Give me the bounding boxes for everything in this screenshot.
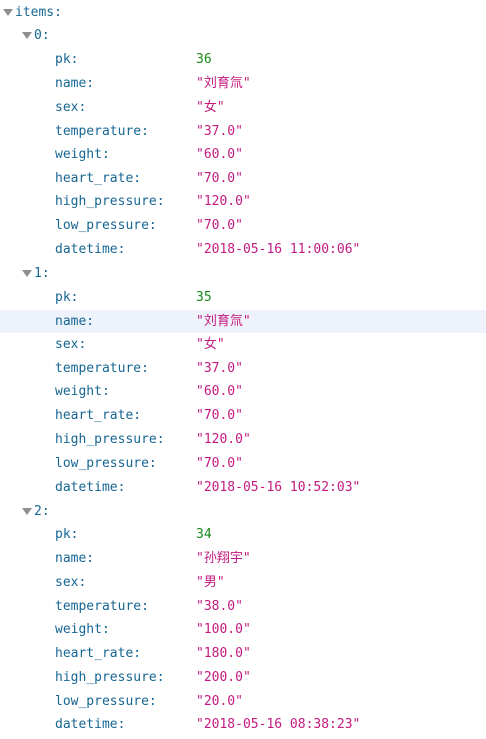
field-value: "2018-05-16 08:38:23" — [196, 717, 361, 732]
field-row-name[interactable]: name: "刘育氚" — [0, 72, 486, 95]
field-value: "孙翔宇" — [196, 551, 251, 566]
field-key: high_pressure: — [55, 432, 165, 447]
field-key: name: — [55, 76, 95, 91]
field-key: high_pressure: — [55, 194, 165, 209]
field-value: "60.0" — [196, 384, 243, 399]
field-row-pk[interactable]: pk: 34 — [0, 523, 486, 546]
field-row-datetime[interactable]: datetime: "2018-05-16 10:52:03" — [0, 476, 486, 499]
field-value: "男" — [196, 575, 225, 590]
field-row-datetime[interactable]: datetime: "2018-05-16 08:38:23" — [0, 713, 486, 736]
field-key: weight: — [55, 622, 110, 637]
field-row-low-pressure[interactable]: low_pressure: "20.0" — [0, 690, 486, 713]
field-row-high-pressure[interactable]: high_pressure: "200.0" — [0, 666, 486, 689]
field-value: 36 — [196, 52, 212, 67]
field-key: name: — [55, 551, 95, 566]
field-row-temperature[interactable]: temperature: "37.0" — [0, 357, 486, 380]
field-key: weight: — [55, 147, 110, 162]
item-row-0[interactable]: 0: — [0, 24, 486, 47]
field-row-weight[interactable]: weight: "60.0" — [0, 380, 486, 403]
field-row-name[interactable]: name: "孙翔宇" — [0, 547, 486, 570]
field-value: "37.0" — [196, 124, 243, 139]
field-value: "200.0" — [196, 670, 251, 685]
field-value: "120.0" — [196, 194, 251, 209]
field-key: temperature: — [55, 361, 149, 376]
field-key: low_pressure: — [55, 456, 157, 471]
field-value: "70.0" — [196, 218, 243, 233]
collapse-toggle-icon[interactable] — [22, 508, 32, 515]
field-row-heart-rate[interactable]: heart_rate: "180.0" — [0, 642, 486, 665]
field-row-sex[interactable]: sex: "女" — [0, 333, 486, 356]
field-row-heart-rate[interactable]: heart_rate: "70.0" — [0, 404, 486, 427]
collapse-toggle-icon[interactable] — [3, 9, 13, 16]
field-value: "刘育氚" — [196, 76, 251, 91]
field-value: "120.0" — [196, 432, 251, 447]
field-row-low-pressure[interactable]: low_pressure: "70.0" — [0, 452, 486, 475]
field-row-sex[interactable]: sex: "男" — [0, 571, 486, 594]
field-value: "100.0" — [196, 622, 251, 637]
field-value: "38.0" — [196, 599, 243, 614]
field-key: pk: — [55, 290, 79, 305]
field-row-high-pressure[interactable]: high_pressure: "120.0" — [0, 428, 486, 451]
field-key: datetime: — [55, 242, 126, 257]
field-key: heart_rate: — [55, 171, 142, 186]
field-value: "37.0" — [196, 361, 243, 376]
field-key: datetime: — [55, 717, 126, 732]
field-row-weight[interactable]: weight: "100.0" — [0, 618, 486, 641]
field-key: low_pressure: — [55, 694, 157, 709]
field-key: pk: — [55, 52, 79, 67]
field-value: "70.0" — [196, 456, 243, 471]
field-key: heart_rate: — [55, 646, 142, 661]
field-row-name[interactable]: name: "刘育氚" — [0, 310, 486, 333]
field-value: "2018-05-16 11:00:06" — [196, 242, 361, 257]
field-value: "70.0" — [196, 171, 243, 186]
field-row-datetime[interactable]: datetime: "2018-05-16 11:00:06" — [0, 238, 486, 261]
field-row-pk[interactable]: pk: 36 — [0, 48, 486, 71]
field-value: "180.0" — [196, 646, 251, 661]
field-value: "刘育氚" — [196, 314, 251, 329]
field-key: heart_rate: — [55, 408, 142, 423]
field-key: sex: — [55, 100, 87, 115]
item-row-2[interactable]: 2: — [0, 500, 486, 523]
field-row-temperature[interactable]: temperature: "38.0" — [0, 595, 486, 618]
field-row-weight[interactable]: weight: "60.0" — [0, 143, 486, 166]
field-key: sex: — [55, 337, 87, 352]
field-value: "70.0" — [196, 408, 243, 423]
field-key: temperature: — [55, 124, 149, 139]
field-key: datetime: — [55, 480, 126, 495]
tree-root-row[interactable]: items: — [0, 1, 486, 24]
field-key: name: — [55, 314, 95, 329]
item-index-label: 0: — [34, 28, 50, 43]
field-row-heart-rate[interactable]: heart_rate: "70.0" — [0, 167, 486, 190]
field-key: low_pressure: — [55, 218, 157, 233]
item-index-label: 2: — [34, 504, 50, 519]
field-value: "2018-05-16 10:52:03" — [196, 480, 361, 495]
field-value: 34 — [196, 527, 212, 542]
root-key: items: — [15, 5, 62, 20]
field-row-pk[interactable]: pk: 35 — [0, 286, 486, 309]
collapse-toggle-icon[interactable] — [22, 32, 32, 39]
field-key: sex: — [55, 575, 87, 590]
collapse-toggle-icon[interactable] — [22, 270, 32, 277]
field-key: temperature: — [55, 599, 149, 614]
field-key: high_pressure: — [55, 670, 165, 685]
field-value: "女" — [196, 337, 225, 352]
field-value: "女" — [196, 100, 225, 115]
field-value: 35 — [196, 290, 212, 305]
field-value: "20.0" — [196, 694, 243, 709]
field-value: "60.0" — [196, 147, 243, 162]
field-key: pk: — [55, 527, 79, 542]
item-row-1[interactable]: 1: — [0, 262, 486, 285]
field-row-temperature[interactable]: temperature: "37.0" — [0, 120, 486, 143]
field-row-low-pressure[interactable]: low_pressure: "70.0" — [0, 214, 486, 237]
field-row-high-pressure[interactable]: high_pressure: "120.0" — [0, 190, 486, 213]
field-row-sex[interactable]: sex: "女" — [0, 96, 486, 119]
field-key: weight: — [55, 384, 110, 399]
item-index-label: 1: — [34, 266, 50, 281]
